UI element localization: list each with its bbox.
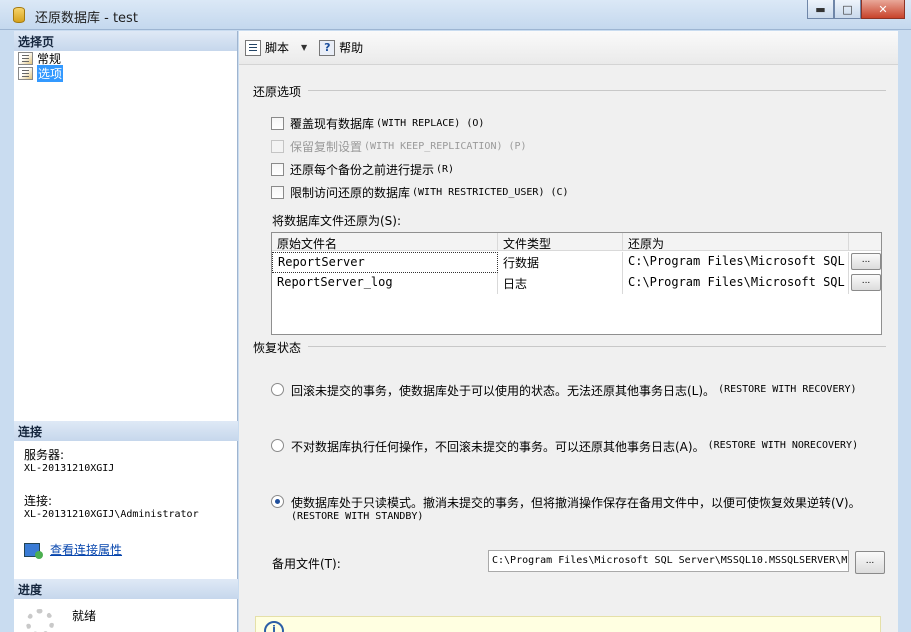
file-type-cell[interactable]: 日志 [498, 273, 623, 294]
connection-properties-icon [24, 542, 43, 559]
standby-browse-button[interactable]: ... [855, 551, 885, 574]
connection-label: 连接: [24, 494, 53, 508]
standby-option-text: 使数据库处于只读模式。撤消未提交的事务，但将撤消操作保存在备用文件中，以便可使恢… [291, 496, 861, 510]
standby-file-label: 备用文件(T): [272, 557, 341, 571]
progress-status: 就绪 [72, 609, 97, 623]
restore-options-title: 还原选项 [253, 85, 302, 99]
nav-item-label: 选项 [37, 65, 64, 82]
script-label: 脚本 [265, 41, 290, 55]
keep-replication-label: 保留复制设置 [290, 140, 363, 154]
prompt-before-restore-suffix: (R) [436, 164, 455, 175]
grid-header-type: 文件类型 [498, 233, 623, 250]
standby-option-block: 使数据库处于只读模式。撤消未提交的事务，但将撤消操作保存在备用文件中，以便可使恢… [291, 494, 861, 522]
connection-section: 连接 服务器: XL-20131210XGIJ 连接: XL-20131210X… [14, 421, 238, 559]
prompt-before-restore-checkbox[interactable]: 还原每个备份之前进行提示 (R) [271, 161, 454, 178]
server-label: 服务器: [24, 448, 65, 462]
restore-files-label: 将数据库文件还原为(S): [272, 214, 402, 228]
connection-header: 连接 [14, 421, 238, 441]
restore-files-grid: 原始文件名 文件类型 还原为 ReportServer 行数据 C:\Progr… [271, 232, 882, 335]
norecovery-option-code: (RESTORE WITH NORECOVERY) [707, 440, 859, 451]
window-controls: ▬ □ ✕ [807, 0, 905, 20]
radio-dot [271, 383, 284, 396]
overwrite-checkbox[interactable]: 覆盖现有数据库 (WITH REPLACE) (O) [271, 115, 484, 132]
radio-dot [271, 439, 284, 452]
checkbox-box [271, 117, 284, 130]
window-title: 还原数据库 - test [35, 11, 138, 26]
info-bar: i [255, 616, 881, 632]
page-icon [18, 67, 33, 80]
browse-button[interactable]: ... [851, 274, 881, 291]
close-button[interactable]: ✕ [861, 0, 905, 19]
radio-dot-selected [271, 495, 284, 508]
restricted-user-label: 限制访问还原的数据库 [290, 186, 411, 200]
restore-as-cell[interactable]: C:\Program Files\Microsoft SQL S... [623, 273, 849, 294]
help-icon [319, 39, 336, 56]
view-connection-properties-label: 查看连接属性 [50, 543, 123, 557]
keep-replication-suffix: (WITH KEEP_REPLICATION) (P) [364, 141, 527, 152]
script-button[interactable]: 脚本 [245, 39, 289, 56]
table-row[interactable]: ReportServer 行数据 C:\Program Files\Micros… [272, 252, 881, 273]
progress-header: 进度 [14, 579, 238, 599]
restricted-user-checkbox[interactable]: 限制访问还原的数据库 (WITH RESTRICTED_USER) (C) [271, 184, 569, 201]
help-button[interactable]: 帮助 [319, 39, 363, 56]
server-info: 服务器: XL-20131210XGIJ [14, 449, 238, 475]
keep-replication-checkbox[interactable]: 保留复制设置 (WITH KEEP_REPLICATION) (P) [271, 138, 527, 155]
maximize-button[interactable]: □ [834, 0, 861, 19]
page-icon [18, 52, 33, 65]
progress-section: 进度 就绪 [14, 579, 238, 632]
file-type-cell[interactable]: 行数据 [498, 252, 623, 273]
restore-as-cell[interactable]: C:\Program Files\Microsoft SQL S... [623, 252, 849, 273]
standby-file-input[interactable]: C:\Program Files\Microsoft SQL Server\MS… [488, 550, 849, 572]
table-row[interactable]: ReportServer_log 日志 C:\Program Files\Mic… [272, 273, 881, 294]
recovery-option-code: (RESTORE WITH RECOVERY) [718, 384, 857, 395]
browse-button[interactable]: ... [851, 253, 881, 270]
overwrite-suffix: (WITH REPLACE) (O) [376, 118, 485, 129]
toolbar: 脚本 ▼ 帮助 [239, 31, 898, 65]
database-icon [13, 7, 25, 23]
recovery-radio[interactable]: 回滚未提交的事务，使数据库处于可以使用的状态。无法还原其他事务日志(L)。 (R… [271, 382, 857, 399]
connection-info: 连接: XL-20131210XGIJ\Administrator [14, 495, 238, 521]
standby-option-code: (RESTORE WITH STANDBY) [291, 511, 424, 522]
browse-cell: ... [849, 273, 881, 294]
norecovery-option-text: 不对数据库执行任何操作，不回滚未提交的事务。可以还原其他事务日志(A)。 [291, 440, 705, 454]
info-icon: i [264, 621, 284, 632]
grid-header-empty [849, 233, 881, 250]
original-file-cell[interactable]: ReportServer_log [272, 273, 498, 294]
recovery-state-title: 恢复状态 [253, 341, 302, 355]
norecovery-radio[interactable]: 不对数据库执行任何操作，不回滚未提交的事务。可以还原其他事务日志(A)。 (RE… [271, 438, 858, 455]
restore-options-divider [308, 90, 886, 91]
left-pane: 选择页 常规 选项 连接 服务器: XL-20131210XGIJ 连接: XL… [14, 31, 238, 632]
progress-spinner-icon [26, 609, 54, 632]
server-value: XL-20131210XGIJ [24, 463, 115, 474]
nav-item-general[interactable]: 常规 [14, 51, 237, 66]
view-connection-properties-link[interactable]: 查看连接属性 [24, 541, 238, 559]
recovery-state-divider [308, 346, 886, 347]
grid-header-row: 原始文件名 文件类型 还原为 [272, 233, 881, 251]
grid-header-original: 原始文件名 [272, 233, 498, 250]
recovery-option-text: 回滚未提交的事务，使数据库处于可以使用的状态。无法还原其他事务日志(L)。 [291, 384, 716, 398]
connection-value: XL-20131210XGIJ\Administrator [24, 509, 199, 520]
original-file-cell[interactable]: ReportServer [272, 252, 498, 273]
nav-item-options[interactable]: 选项 [14, 65, 237, 82]
minimize-button[interactable]: ▬ [807, 0, 834, 19]
overwrite-label: 覆盖现有数据库 [290, 117, 375, 131]
title-bar: 还原数据库 - test ▬ □ ✕ [0, 0, 911, 30]
standby-radio[interactable]: 使数据库处于只读模式。撤消未提交的事务，但将撤消操作保存在备用文件中，以便可使恢… [271, 494, 861, 522]
restricted-user-suffix: (WITH RESTRICTED_USER) (C) [412, 187, 569, 198]
script-dropdown-icon[interactable]: ▼ [301, 43, 307, 52]
grid-header-restore-as: 还原为 [623, 233, 849, 250]
browse-cell: ... [849, 252, 881, 273]
select-page-header: 选择页 [14, 31, 237, 51]
prompt-before-restore-label: 还原每个备份之前进行提示 [290, 163, 435, 177]
checkbox-box [271, 140, 284, 153]
checkbox-box [271, 163, 284, 176]
checkbox-box [271, 186, 284, 199]
script-icon [245, 39, 261, 56]
help-label: 帮助 [339, 41, 364, 55]
